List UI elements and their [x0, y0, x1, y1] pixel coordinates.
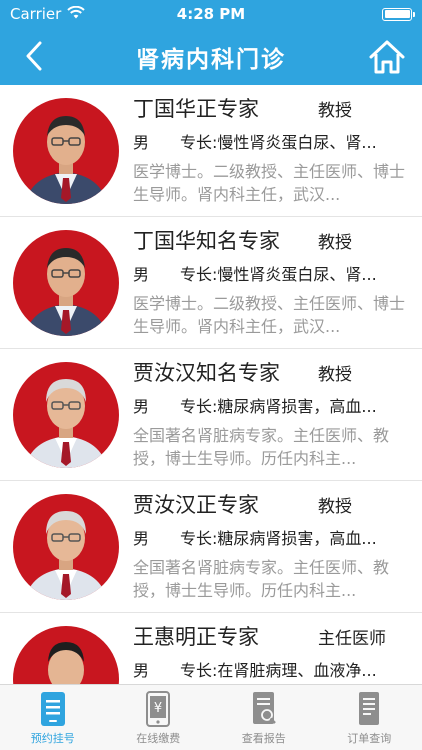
tab-report[interactable]: 查看报告 — [211, 685, 317, 750]
order-doc-icon — [359, 692, 380, 725]
nav-bar: 肾病内科门诊 — [0, 28, 422, 85]
doctor-gender: 男 — [133, 661, 150, 680]
tab-appointment[interactable]: 预约挂号 — [0, 685, 106, 750]
chevron-left-icon — [26, 41, 42, 71]
home-icon — [369, 40, 405, 74]
doctor-specialty: 专长:在肾脏病理、血液净... — [180, 661, 377, 680]
doctor-avatar — [13, 98, 119, 204]
mobile-yen-icon: ¥ — [146, 691, 171, 727]
doctor-rank: 教授 — [318, 497, 352, 517]
doctor-name: 王惠明正专家 — [133, 625, 259, 649]
doctor-list: 丁国华正专家 教授 男 专长:慢性肾炎蛋白尿、肾... 医学博士。二级教授、主任… — [0, 85, 422, 684]
page-title: 肾病内科门诊 — [136, 46, 286, 73]
doctor-list-item[interactable]: 王惠明正专家 主任医师 男 专长:在肾脏病理、血液净... — [0, 613, 422, 684]
tab-orders[interactable]: 订单查询 — [317, 685, 422, 750]
doctor-name: 丁国华知名专家 — [133, 229, 280, 253]
doctor-name: 贾汝汉正专家 — [133, 493, 259, 517]
doctor-rank: 教授 — [318, 233, 352, 253]
status-left: Carrier — [10, 5, 86, 23]
doctor-specialty: 专长:慢性肾炎蛋白尿、肾... — [180, 265, 377, 284]
doctor-avatar — [13, 626, 119, 684]
tab-label: 预约挂号 — [30, 732, 75, 745]
doctor-bio: 医学博士。二级教授、主任医师、博士生导师。肾内科主任，武汉... — [133, 294, 406, 336]
doctor-rank: 教授 — [318, 365, 352, 385]
doctor-avatar — [13, 362, 119, 468]
doctor-avatar — [13, 494, 119, 600]
doctor-gender: 男 — [133, 397, 150, 416]
doctor-rank: 教授 — [318, 101, 352, 121]
doctor-avatar — [13, 230, 119, 336]
doctor-list-item[interactable]: 贾汝汉知名专家 教授 男 专长:糖尿病肾损害，高血... 全国著名肾脏病专家。主… — [0, 349, 422, 481]
svg-text:¥: ¥ — [154, 701, 162, 716]
tab-bar: 预约挂号 ¥ 在线缴费 查看报告 订单查询 — [0, 684, 422, 750]
phone-list-icon — [40, 692, 65, 726]
tab-label: 查看报告 — [241, 732, 286, 745]
status-bar: Carrier 4:28 PM — [0, 0, 422, 28]
battery-icon — [382, 7, 415, 21]
doctor-bio: 全国著名肾脏病专家。主任医师、教授，博士生导师。历任内科主... — [133, 426, 390, 468]
carrier-label: Carrier — [10, 5, 62, 23]
back-button[interactable] — [14, 34, 54, 78]
doctor-name: 丁国华正专家 — [133, 97, 259, 121]
home-button[interactable] — [364, 34, 410, 80]
doctor-rank: 主任医师 — [318, 629, 386, 649]
doctor-list-item[interactable]: 丁国华知名专家 教授 男 专长:慢性肾炎蛋白尿、肾... 医学博士。二级教授、主… — [0, 217, 422, 349]
doctor-list-item[interactable]: 贾汝汉正专家 教授 男 专长:糖尿病肾损害，高血... 全国著名肾脏病专家。主任… — [0, 481, 422, 613]
doctor-specialty: 专长:慢性肾炎蛋白尿、肾... — [180, 133, 377, 152]
doctor-specialty: 专长:糖尿病肾损害，高血... — [180, 397, 377, 416]
tab-label: 在线缴费 — [136, 732, 181, 745]
doctor-gender: 男 — [133, 529, 150, 548]
doctor-gender: 男 — [133, 133, 150, 152]
doctor-specialty: 专长:糖尿病肾损害，高血... — [180, 529, 377, 548]
wifi-icon — [67, 5, 86, 23]
report-search-icon — [252, 692, 276, 724]
doctor-name: 贾汝汉知名专家 — [133, 361, 280, 385]
doctor-bio: 全国著名肾脏病专家。主任医师、教授，博士生导师。历任内科主... — [133, 558, 390, 600]
doctor-gender: 男 — [133, 265, 150, 284]
tab-label: 订单查询 — [347, 732, 392, 745]
doctor-bio: 医学博士。二级教授、主任医师、博士生导师。肾内科主任，武汉... — [133, 162, 406, 204]
tab-payment[interactable]: ¥ 在线缴费 — [106, 685, 212, 750]
doctor-list-item[interactable]: 丁国华正专家 教授 男 专长:慢性肾炎蛋白尿、肾... 医学博士。二级教授、主任… — [0, 85, 422, 217]
